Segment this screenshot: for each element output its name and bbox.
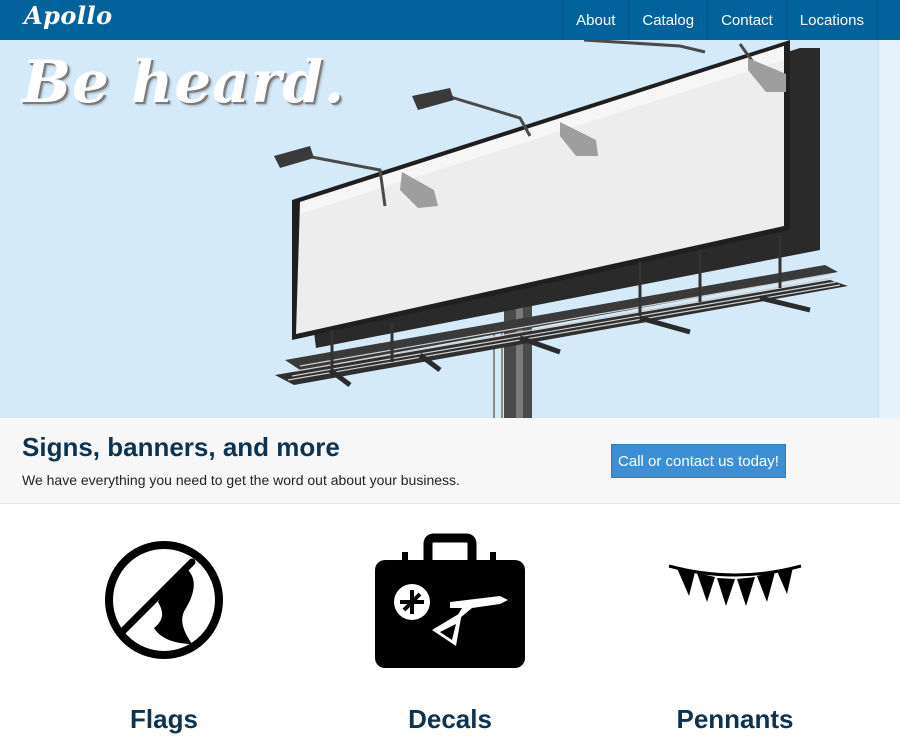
product-decals[interactable]: Decals xyxy=(300,520,600,750)
nav-link-about[interactable]: About xyxy=(562,0,628,40)
hero-edge xyxy=(878,40,900,418)
product-title-decals: Decals xyxy=(408,704,492,734)
contact-button[interactable]: Call or contact us today! xyxy=(611,444,786,478)
product-pennants[interactable]: Pennants xyxy=(585,520,885,750)
nav-link-catalog[interactable]: Catalog xyxy=(628,0,707,40)
navbar: Apollo About Catalog Contact Locations xyxy=(0,0,900,40)
hero-title: Be heard. xyxy=(22,48,346,116)
hero-banner: Be heard. xyxy=(0,40,878,418)
pennant-icon xyxy=(668,564,802,606)
brand-logo[interactable]: Apollo xyxy=(24,1,113,30)
product-flags[interactable]: Flags xyxy=(14,520,314,750)
callout-text: We have everything you need to get the w… xyxy=(22,472,460,488)
nav-link-contact[interactable]: Contact xyxy=(707,0,786,40)
callout-bar: Signs, banners, and more We have everyth… xyxy=(0,418,900,504)
nav-link-locations[interactable]: Locations xyxy=(785,0,878,40)
callout-title: Signs, banners, and more xyxy=(22,432,340,462)
nav-links: About Catalog Contact Locations xyxy=(562,0,878,40)
product-title-pennants: Pennants xyxy=(676,704,794,734)
product-title-flags: Flags xyxy=(130,704,198,734)
suitcase-icon xyxy=(375,533,525,668)
flag-icon xyxy=(105,541,223,659)
